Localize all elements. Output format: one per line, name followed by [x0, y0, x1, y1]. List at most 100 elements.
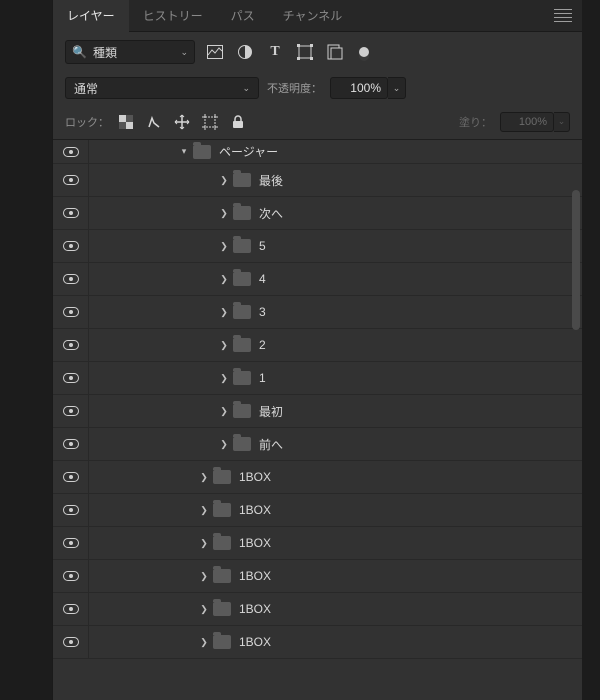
layer-label: 5 — [259, 239, 266, 253]
visibility-toggle[interactable] — [53, 140, 89, 163]
visibility-toggle[interactable] — [53, 626, 89, 658]
layer-row[interactable]: ▾ページャー — [53, 140, 582, 164]
twisty-right-icon[interactable]: ❯ — [219, 241, 229, 252]
visibility-toggle[interactable] — [53, 428, 89, 460]
twisty-right-icon[interactable]: ❯ — [219, 175, 229, 186]
twisty-right-icon[interactable]: ❯ — [199, 637, 209, 648]
lock-row: ロック： 塗り： 100% ⌄ — [53, 104, 582, 140]
layer-row[interactable]: ❯4 — [53, 263, 582, 296]
layer-content: ❯1BOX — [89, 503, 271, 517]
layer-row[interactable]: ❯1BOX — [53, 626, 582, 659]
folder-icon — [213, 470, 231, 484]
layer-tree[interactable]: ▾ページャー❯最後❯次へ❯5❯4❯3❯2❯1❯最初❯前へ❯1BOX❯1BOX❯1… — [53, 140, 582, 659]
tab-layers[interactable]: レイヤー — [53, 0, 129, 32]
layer-content: ❯4 — [89, 272, 266, 286]
panel-menu-icon[interactable] — [554, 7, 572, 25]
visibility-toggle[interactable] — [53, 164, 89, 196]
twisty-right-icon[interactable]: ❯ — [219, 208, 229, 219]
chevron-down-icon: ⌄ — [242, 83, 250, 94]
panel-tabs: レイヤー ヒストリー パス チャンネル — [53, 0, 582, 32]
layer-content: ❯1 — [89, 371, 266, 385]
twisty-right-icon[interactable]: ❯ — [219, 274, 229, 285]
layer-row[interactable]: ❯ 1BOX — [53, 593, 582, 626]
lock-all-icon[interactable] — [229, 113, 247, 131]
layer-row[interactable]: ❯1BOX — [53, 461, 582, 494]
layer-content: ❯5 — [89, 239, 266, 253]
twisty-right-icon[interactable]: ❯ — [219, 439, 229, 450]
tab-paths[interactable]: パス — [217, 0, 269, 32]
visibility-toggle[interactable] — [53, 263, 89, 295]
filter-pixel-icon[interactable] — [205, 42, 225, 62]
eye-icon — [63, 637, 79, 647]
visibility-toggle[interactable] — [53, 494, 89, 526]
eye-icon — [63, 241, 79, 251]
visibility-toggle[interactable] — [53, 296, 89, 328]
layer-content: ❯2 — [89, 338, 266, 352]
twisty-right-icon[interactable]: ❯ — [199, 571, 209, 582]
layer-content: ❯3 — [89, 305, 266, 319]
eye-icon — [63, 147, 79, 157]
filter-row: 🔍 種類 ⌄ T — [53, 32, 582, 72]
layer-row[interactable]: ❯ 次へ — [53, 197, 582, 230]
scrollbar-thumb[interactable] — [572, 190, 580, 330]
layer-label: 1BOX — [239, 569, 271, 583]
visibility-toggle[interactable] — [53, 362, 89, 394]
visibility-toggle[interactable] — [53, 527, 89, 559]
lock-icons-group — [117, 113, 247, 131]
twisty-right-icon[interactable]: ❯ — [199, 472, 209, 483]
opacity-label: 不透明度： — [267, 80, 322, 96]
twisty-right-icon[interactable]: ❯ — [199, 505, 209, 516]
layer-row[interactable]: ❯最初 — [53, 395, 582, 428]
visibility-toggle[interactable] — [53, 329, 89, 361]
filter-adjustment-icon[interactable] — [235, 42, 255, 62]
twisty-right-icon[interactable]: ❯ — [199, 538, 209, 549]
folder-icon — [233, 239, 251, 253]
layer-label: 次へ — [259, 205, 283, 222]
tab-channels[interactable]: チャンネル — [269, 0, 357, 32]
kind-filter-select[interactable]: 🔍 種類 ⌄ — [65, 40, 195, 64]
lock-artboard-icon[interactable] — [201, 113, 219, 131]
layer-row[interactable]: ❯2 — [53, 329, 582, 362]
opacity-stepper[interactable]: ⌄ — [388, 77, 406, 99]
layer-label: 1BOX — [239, 602, 271, 616]
folder-icon — [233, 437, 251, 451]
twisty-right-icon[interactable]: ❯ — [199, 604, 209, 615]
layer-row[interactable]: ❯ 1BOX — [53, 560, 582, 593]
folder-icon — [233, 305, 251, 319]
twisty-right-icon[interactable]: ❯ — [219, 340, 229, 351]
layer-row[interactable]: ❯1BOX — [53, 494, 582, 527]
visibility-toggle[interactable] — [53, 560, 89, 592]
twisty-right-icon[interactable]: ❯ — [219, 406, 229, 417]
layer-row[interactable]: ❯3 — [53, 296, 582, 329]
layer-row[interactable]: ❯5 — [53, 230, 582, 263]
filter-smartobject-icon[interactable] — [325, 42, 345, 62]
lock-label: ロック： — [65, 114, 109, 130]
visibility-toggle[interactable] — [53, 461, 89, 493]
tab-history[interactable]: ヒストリー — [129, 0, 217, 32]
twisty-down-icon[interactable]: ▾ — [179, 146, 189, 157]
layer-content: ❯前へ — [89, 436, 283, 453]
visibility-toggle[interactable] — [53, 230, 89, 262]
eye-icon — [63, 373, 79, 383]
filter-toggle-switch[interactable] — [359, 47, 369, 57]
filter-type-icon[interactable]: T — [265, 42, 285, 62]
blend-mode-select[interactable]: 通常 ⌄ — [65, 77, 259, 99]
layer-row[interactable]: ❯1 — [53, 362, 582, 395]
lock-position-icon[interactable] — [173, 113, 191, 131]
twisty-right-icon[interactable]: ❯ — [219, 307, 229, 318]
opacity-input[interactable]: 100% — [330, 77, 388, 99]
twisty-right-icon[interactable]: ❯ — [219, 373, 229, 384]
lock-image-icon[interactable] — [145, 113, 163, 131]
layer-label: 最後 — [259, 172, 283, 189]
eye-icon — [63, 472, 79, 482]
lock-transparent-icon[interactable] — [117, 113, 135, 131]
visibility-toggle[interactable] — [53, 197, 89, 229]
layer-row[interactable]: ❯1BOX — [53, 527, 582, 560]
layer-row[interactable]: ❯前へ — [53, 428, 582, 461]
filter-shape-icon[interactable] — [295, 42, 315, 62]
layer-content: ❯最初 — [89, 403, 283, 420]
folder-icon — [233, 272, 251, 286]
visibility-toggle[interactable] — [53, 593, 89, 625]
layer-row[interactable]: ❯ 最後 — [53, 164, 582, 197]
visibility-toggle[interactable] — [53, 395, 89, 427]
